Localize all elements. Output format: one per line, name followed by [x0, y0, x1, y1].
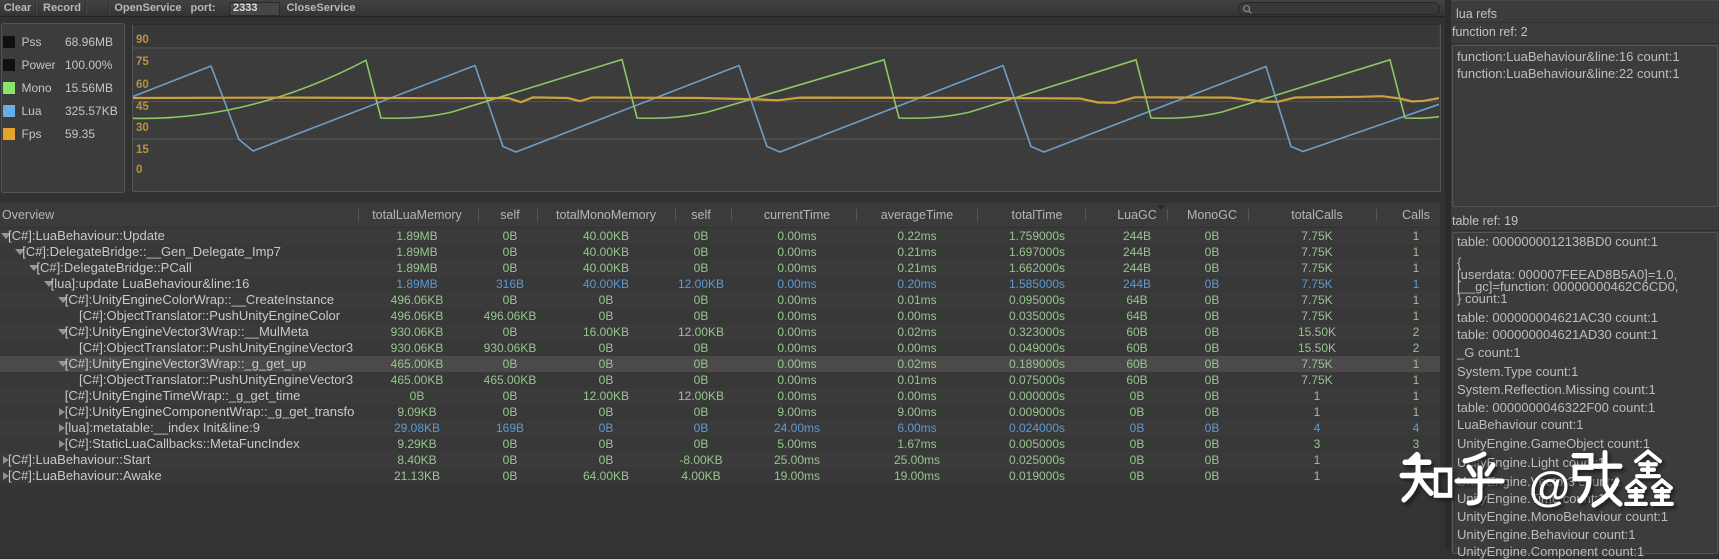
- svg-text:@: @: [1529, 463, 1570, 510]
